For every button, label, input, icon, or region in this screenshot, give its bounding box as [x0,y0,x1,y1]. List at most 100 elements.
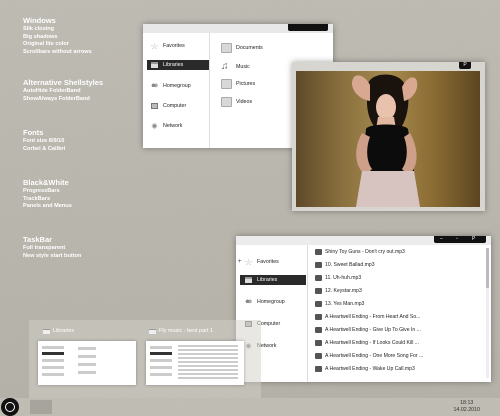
window-titlebar[interactable] [292,62,485,71]
close-icon[interactable]: P [472,236,475,243]
nav-item-favorites[interactable]: + Favorites [238,257,306,267]
audio-file-icon [315,314,322,320]
videos-icon [221,97,232,107]
maximize-icon[interactable]: ▫ [456,236,458,243]
taskbar-explorer-button[interactable] [30,400,52,414]
library-music[interactable]: ♫ Music [221,59,250,75]
feature-heading: Black&White [23,178,69,187]
song-name: A Heartwell Ending - If Looks Could Kill… [325,340,419,346]
mini-row [78,371,96,374]
music-note-icon: ♫ [221,61,229,72]
list-item[interactable]: A Heartwell Ending - From Heart And So..… [315,311,420,323]
list-item[interactable]: 10. Sweet Ballad.mp3 [315,259,375,271]
taskbar-clock[interactable]: 18:13 14.02.2010 [453,400,480,413]
feature-heading: Fonts [23,128,44,137]
audio-file-icon [315,353,322,359]
homegroup-icon [151,83,158,89]
mini-row-selected [150,352,172,355]
nav-item-homegroup[interactable]: Homegroup [147,81,209,91]
audio-file-icon [315,262,322,268]
list-item[interactable]: 13. Yes Man.mp3 [315,298,364,310]
feature-heading: Alternative Shellstyles [23,78,104,87]
mini-row-selected [42,352,64,355]
library-videos[interactable]: Videos [221,94,252,110]
song-name: A Heartwell Ending - Wake Up Call.mp3 [325,366,415,372]
library-pictures[interactable]: Pictures [221,76,255,92]
feature-group-fonts: Fonts Font size 8/9/10 Corbel & Calibri [23,128,158,153]
list-item[interactable]: A Heartwell Ending - Wake Up Call.mp3 [315,363,415,375]
list-item[interactable]: A Heartwell Ending - One More Song For .… [315,350,423,362]
nav-item-label: Favorites [257,259,279,265]
song-name: A Heartwell Ending - Give Up To Give In … [325,327,421,333]
navigation-pane: Favorites Libraries Homegroup Computer N… [143,33,210,148]
song-name: 13. Yes Man.mp3 [325,301,365,307]
mini-row [150,359,172,362]
documents-icon [221,43,232,53]
scrollbar[interactable] [486,248,489,378]
feature-heading: TaskBar [23,235,53,244]
photo-image [296,71,480,207]
nav-item-computer[interactable]: Computer [147,101,209,111]
expand-icon[interactable]: + [238,257,242,267]
audio-file-icon [315,249,322,255]
feature-group-windows: Windows Slik closing Big shadows Origina… [23,16,158,56]
start-button[interactable] [1,398,19,416]
list-item[interactable]: 12. Keystar.mp3 [315,285,362,297]
scrollbar-thumb[interactable] [486,248,489,288]
nav-item-label: Network [163,123,183,129]
song-name: A Heartwell Ending - From Heart And So..… [325,314,421,320]
thumbnail-title: Libraries [53,328,75,334]
song-name: 12. Keystar.mp3 [325,288,362,294]
feature-group-taskbar: TaskBar Full transparent New style start… [23,235,158,260]
nav-item-network[interactable]: Network [147,121,209,131]
audio-file-icon [315,366,322,372]
mini-row [178,345,238,347]
list-item[interactable]: A Heartwell Ending - Give Up To Give In … [315,324,421,336]
mini-row [42,366,64,369]
feature-item: Original lite color [23,41,70,48]
mini-row [78,363,96,366]
mini-row [78,347,96,350]
library-documents[interactable]: Documents [221,40,263,56]
network-icon [151,123,158,129]
nav-item-libraries[interactable]: Libraries [147,60,209,70]
song-name: 11. Uh-huh.mp3 [325,275,362,281]
library-label: Videos [236,99,253,105]
nav-item-label: Computer [163,103,187,109]
list-item[interactable]: 11. Uh-huh.mp3 [315,272,361,284]
song-name: A Heartwell Ending - One More Song For .… [325,353,424,359]
mini-row [42,373,64,376]
thumbnail-title-libraries: Libraries [43,328,74,334]
nav-item-label: Libraries [257,277,278,283]
computer-icon [151,103,158,109]
library-label: Music [236,64,250,70]
woman-photo-icon [351,74,420,207]
list-item[interactable]: Shiny Toy Guns - Don't cry out.mp3 [315,246,405,258]
window-controls[interactable] [288,24,328,31]
audio-file-icon [315,288,322,294]
audio-file-icon [315,340,322,346]
thumbnail-title: Fly music - best part 1 [159,328,214,334]
minimize-icon[interactable]: – [440,236,443,243]
song-name: 10. Sweet Ballad.mp3 [325,262,375,268]
list-item[interactable]: A Heartwell Ending - If Looks Could Kill… [315,337,419,349]
nav-item-favorites[interactable]: Favorites [147,41,209,51]
nav-item-homegroup[interactable]: Homegroup [240,297,306,307]
feature-group-blackwhite: Black&White ProgressBars TrackBars Panel… [23,178,158,211]
photo-viewer-window: P [292,62,485,211]
folder-icon [43,329,50,334]
thumbnail-title-music: Fly music - best part 1 [149,328,213,334]
feature-item: Full transparent [23,245,66,251]
feature-item: New style start button [23,252,82,259]
nav-item-label: Favorites [163,43,185,49]
mini-row [150,346,172,349]
mini-row [178,377,238,379]
taskbar-thumbnail-previews: Libraries Fly music - best part 1 [29,320,261,398]
window-controls[interactable]: – ▫ P [434,236,486,243]
nav-item-libraries[interactable]: Libraries [240,275,306,285]
thumbnail-libraries[interactable] [38,341,136,385]
mini-row [42,346,64,349]
viewer-p-button[interactable]: P [459,62,471,69]
thumbnail-music[interactable] [146,341,244,385]
mini-row [78,355,96,358]
